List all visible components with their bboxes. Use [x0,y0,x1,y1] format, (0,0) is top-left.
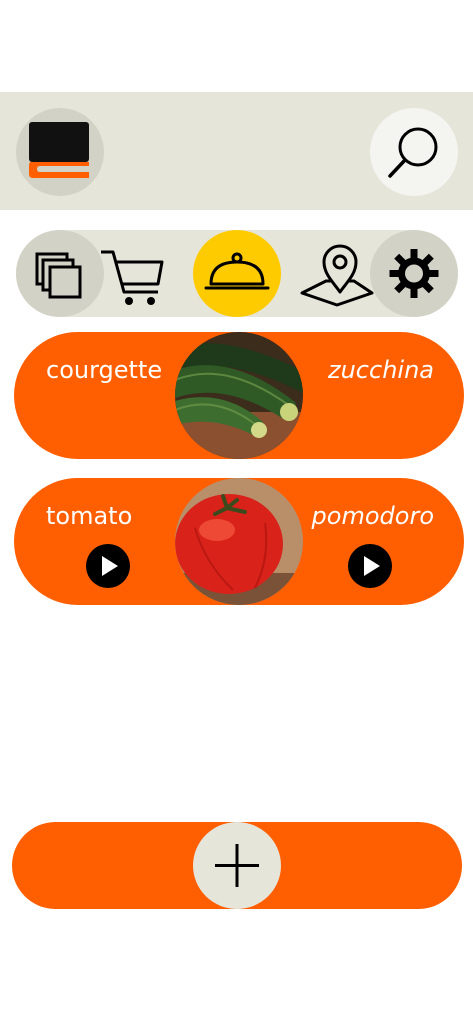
tomato-photo [175,478,303,605]
english-word: courgette [46,356,163,384]
gear-icon [389,249,439,298]
italian-word: pomodoro [311,502,434,530]
cloche-icon [204,252,270,290]
plus-icon [215,844,259,887]
add-word-button[interactable] [193,822,281,909]
search-icon [388,127,438,178]
nav-item-shopping[interactable] [96,230,184,317]
nav-item-flashcards[interactable] [16,230,104,317]
play-italian-button[interactable] [348,544,392,588]
nav-item-settings[interactable] [370,230,458,317]
cart-icon [101,250,164,305]
play-english-button[interactable] [86,544,130,588]
book-icon [29,122,89,178]
nav-bar [16,230,458,317]
add-word-bar [12,822,462,909]
vocab-card[interactable]: tomato pomodoro [14,478,464,605]
play-icon [364,556,380,576]
vocab-card[interactable]: courgette zucchina [14,332,464,459]
english-word: tomato [46,502,133,530]
nav-item-recipes[interactable] [193,230,281,317]
zucchini-photo [175,332,303,459]
cards-icon [35,252,82,299]
library-button[interactable] [16,108,104,196]
italian-word: zucchina [328,356,434,384]
play-icon [102,556,118,576]
app-header [0,92,473,210]
search-button[interactable] [370,108,458,196]
